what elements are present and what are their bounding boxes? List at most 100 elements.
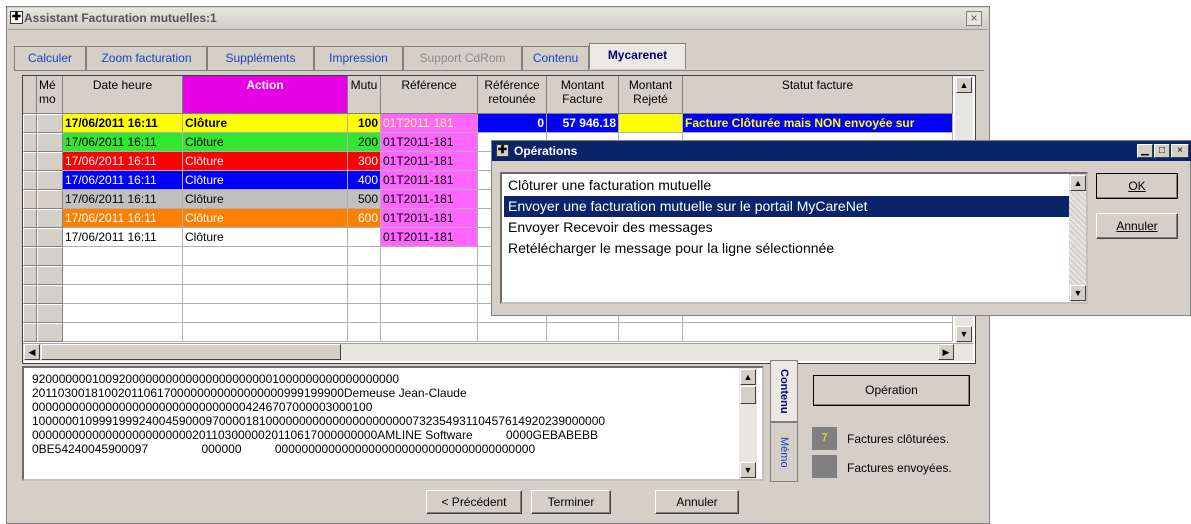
cell-mutu[interactable]: 200	[348, 133, 381, 152]
cell-ref[interactable]	[381, 247, 478, 266]
cell-action[interactable]: Clôture	[183, 152, 348, 171]
tab-supplements[interactable]: Suppléments	[207, 46, 314, 70]
cell-action[interactable]: Clôture	[183, 209, 348, 228]
cell-ref[interactable]: 01T2011-181	[381, 114, 478, 133]
cell-date[interactable]	[63, 285, 183, 304]
scroll-left-icon[interactable]: ◀	[24, 344, 40, 360]
cell-memo[interactable]	[37, 323, 63, 342]
column-header-refret[interactable]: Référence retounée	[478, 76, 547, 114]
column-header-date[interactable]: Date heure	[63, 76, 183, 114]
cell-mutu[interactable]	[348, 323, 381, 342]
cell-ref[interactable]: 01T2011-181	[381, 152, 478, 171]
tab-calculer[interactable]: Calculer	[14, 46, 86, 70]
memo-scroll-up-icon[interactable]: ▲	[740, 369, 756, 385]
column-header-montant[interactable]: Montant Facture	[547, 76, 619, 114]
cell-date[interactable]: 17/06/2011 16:11	[63, 133, 183, 152]
tab-contenu[interactable]: Contenu	[522, 46, 589, 70]
scroll-up-icon[interactable]: ▲	[956, 77, 972, 93]
cell-date[interactable]: 17/06/2011 16:11	[63, 171, 183, 190]
cell-ref[interactable]: 01T2011-181	[381, 190, 478, 209]
horizontal-scroll-thumb[interactable]	[41, 344, 341, 360]
table-row[interactable]: 17/06/2011 16:11 Clôture 100 01T2011-181 0 57…	[23, 114, 975, 133]
cell-refret[interactable]: 0	[478, 114, 547, 133]
cell-action[interactable]: Clôture	[183, 133, 348, 152]
side-tab-contenu[interactable]: Contenu	[770, 360, 798, 422]
cell-action[interactable]: Clôture	[183, 171, 348, 190]
cell-action[interactable]	[183, 266, 348, 285]
maximize-icon[interactable]: □	[1154, 144, 1170, 158]
memo-scroll-thumb[interactable]	[740, 386, 756, 404]
cell-action[interactable]	[183, 323, 348, 342]
cell-mutu[interactable]: 300	[348, 152, 381, 171]
side-tab-memo[interactable]: Mémo	[770, 422, 798, 482]
cell-date[interactable]	[63, 247, 183, 266]
cell-ref[interactable]	[381, 266, 478, 285]
table-row[interactable]	[23, 323, 975, 342]
cell-memo[interactable]	[37, 247, 63, 266]
cell-memo[interactable]	[37, 266, 63, 285]
finish-button[interactable]: Terminer	[531, 490, 611, 514]
list-scroll-up-icon[interactable]: ▲	[1070, 175, 1086, 191]
dialog-cancel-button[interactable]: Annuler	[1096, 213, 1178, 239]
cell-action[interactable]: Clôture	[183, 190, 348, 209]
ok-button[interactable]: OK	[1096, 173, 1178, 199]
cell-memo[interactable]	[37, 171, 63, 190]
operation-option[interactable]: Envoyer une facturation mutuelle sur le …	[504, 196, 1069, 217]
cell-date[interactable]: 17/06/2011 16:11	[63, 190, 183, 209]
cell-date[interactable]	[63, 304, 183, 323]
previous-button[interactable]: < Précédent	[426, 490, 522, 514]
cell-montant[interactable]	[547, 323, 619, 342]
cell-action[interactable]	[183, 247, 348, 266]
scroll-down-icon[interactable]: ▼	[956, 326, 972, 342]
tab-impression[interactable]: Impression	[314, 46, 403, 70]
dialog-close-icon[interactable]: ×	[1171, 144, 1189, 158]
cell-mutu[interactable]: 600	[348, 209, 381, 228]
cell-mutu[interactable]	[348, 285, 381, 304]
cell-date[interactable]: 17/06/2011 16:11	[63, 228, 183, 247]
cell-ref[interactable]: 01T2011-181	[381, 171, 478, 190]
cell-rejete[interactable]	[619, 323, 683, 342]
cell-refret[interactable]	[478, 323, 547, 342]
cell-memo[interactable]	[37, 114, 63, 133]
cell-mutu[interactable]	[348, 304, 381, 323]
cell-action[interactable]	[183, 304, 348, 323]
cell-mutu[interactable]	[348, 228, 381, 247]
cell-memo[interactable]	[37, 152, 63, 171]
close-button[interactable]: ×	[966, 11, 982, 26]
memo-scroll-down-icon[interactable]: ▼	[740, 462, 756, 478]
cell-mutu[interactable]: 400	[348, 171, 381, 190]
cell-action[interactable]	[183, 285, 348, 304]
tab-mycarenet[interactable]: Mycarenet	[589, 43, 686, 69]
column-header-statut[interactable]: Statut facture	[683, 76, 953, 114]
minimize-icon[interactable]: ▁	[1137, 144, 1153, 158]
cell-memo[interactable]	[37, 133, 63, 152]
cell-date[interactable]	[63, 323, 183, 342]
dialog-title-bar[interactable]: ✚ Opérations	[492, 141, 1191, 161]
cell-date[interactable]	[63, 266, 183, 285]
column-header-ref[interactable]: Référence	[381, 76, 478, 114]
cell-action[interactable]: Clôture	[183, 114, 348, 133]
scroll-right-icon[interactable]: ▶	[938, 344, 954, 360]
cell-statut[interactable]: Facture Clôturée mais NON envoyée sur	[683, 114, 953, 133]
cell-memo[interactable]	[37, 304, 63, 323]
operation-option[interactable]: Retélécharger le message pour la ligne s…	[504, 238, 1069, 259]
tab-zoom-facturation[interactable]: Zoom facturation	[86, 46, 207, 70]
cell-mutu[interactable]	[348, 247, 381, 266]
cancel-button[interactable]: Annuler	[655, 490, 739, 514]
cell-ref[interactable]: 01T2011-181	[381, 228, 478, 247]
cell-mutu[interactable]: 500	[348, 190, 381, 209]
operation-option[interactable]: Clôturer une facturation mutuelle	[504, 175, 1069, 196]
cell-statut[interactable]	[683, 323, 953, 342]
cell-date[interactable]: 17/06/2011 16:11	[63, 209, 183, 228]
column-header-memo[interactable]: Mé mo	[37, 76, 63, 114]
cell-memo[interactable]	[37, 285, 63, 304]
list-scroll-down-icon[interactable]: ▼	[1070, 285, 1086, 301]
cell-ref[interactable]	[381, 285, 478, 304]
cell-rejete[interactable]	[619, 114, 683, 133]
column-header-action[interactable]: Action	[183, 76, 348, 114]
cell-date[interactable]: 17/06/2011 16:11	[63, 152, 183, 171]
cell-date[interactable]: 17/06/2011 16:11	[63, 114, 183, 133]
column-header-rejete[interactable]: Montant Rejeté	[619, 76, 683, 114]
column-header-mutu[interactable]: Mutu	[348, 76, 381, 114]
cell-action[interactable]: Clôture	[183, 228, 348, 247]
